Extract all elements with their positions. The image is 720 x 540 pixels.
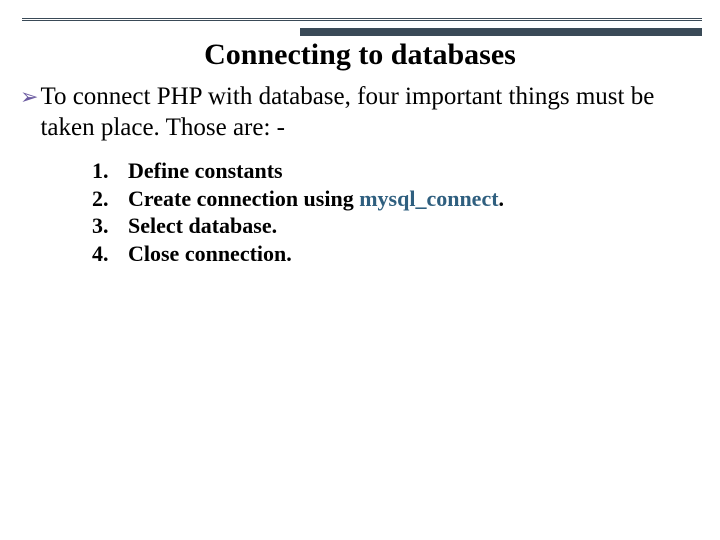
list-item: 2. Create connection using mysql_connect… — [92, 185, 696, 213]
numbered-list: 1. Define constants 2. Create connection… — [92, 157, 696, 268]
list-text: Close connection. — [128, 240, 292, 268]
list-number: 4. — [92, 240, 128, 268]
list-number: 1. — [92, 157, 128, 185]
list-text: Select database. — [128, 212, 277, 240]
lead-paragraph: ➢ To connect PHP with database, four imp… — [20, 82, 696, 143]
lead-text: To connect PHP with database, four impor… — [40, 82, 696, 143]
header-rule-bar — [300, 28, 702, 36]
list-item: 1. Define constants — [92, 157, 696, 185]
list-text-suffix: . — [499, 186, 505, 211]
slide-title: Connecting to databases — [0, 38, 720, 72]
list-number: 3. — [92, 212, 128, 240]
list-number: 2. — [92, 185, 128, 213]
slide: Connecting to databases ➢ To connect PHP… — [0, 0, 720, 540]
list-item: 3. Select database. — [92, 212, 696, 240]
mysql-connect-keyword: mysql_connect — [359, 186, 498, 211]
list-item: 4. Close connection. — [92, 240, 696, 268]
slide-body: ➢ To connect PHP with database, four imp… — [20, 82, 696, 268]
list-text-prefix: Create connection using — [128, 186, 359, 211]
triangle-bullet-icon: ➢ — [20, 82, 38, 112]
header-rule-top — [22, 18, 702, 21]
list-text: Create connection using mysql_connect. — [128, 185, 504, 213]
list-text: Define constants — [128, 157, 283, 185]
